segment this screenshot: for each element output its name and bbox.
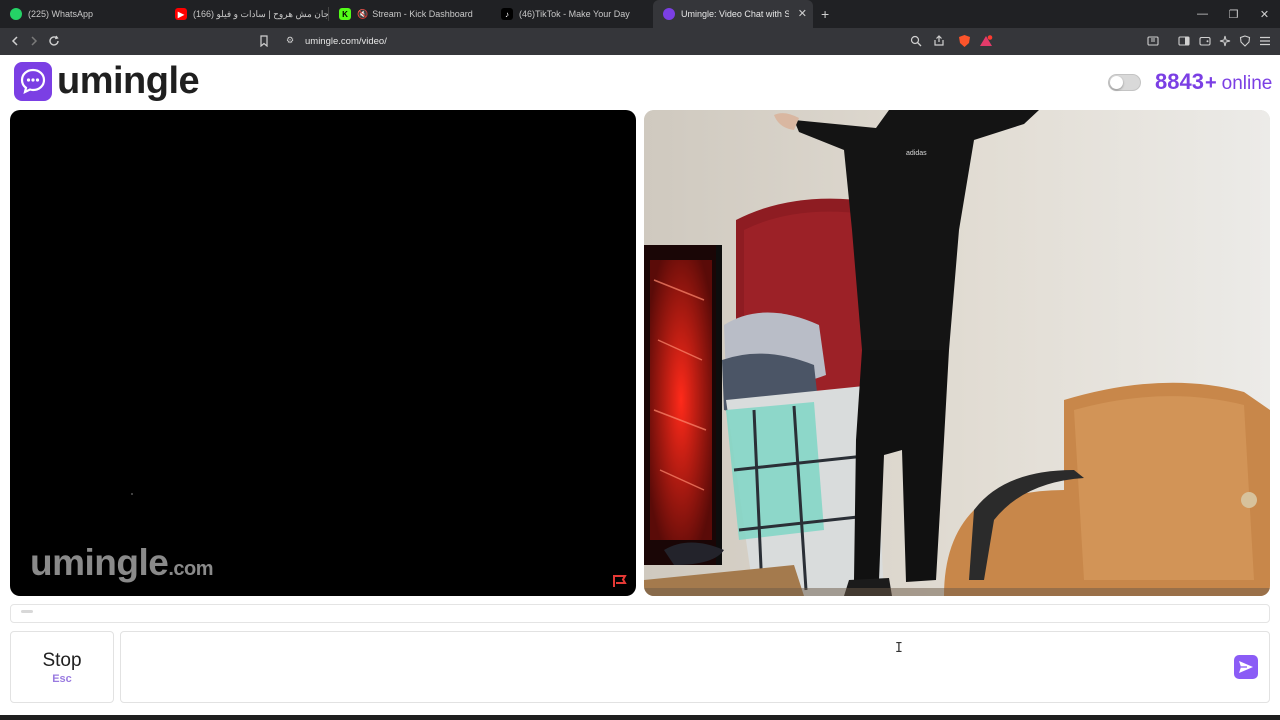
umingle-icon — [663, 8, 675, 20]
back-icon[interactable] — [6, 32, 24, 50]
stop-label: Stop — [42, 649, 82, 671]
sidebar-icon[interactable] — [1175, 32, 1193, 50]
status-indicator-icon — [21, 610, 33, 613]
wallet-icon[interactable] — [1196, 32, 1214, 50]
video-artifact — [131, 493, 133, 495]
minimize-icon[interactable]: — — [1187, 0, 1218, 28]
tab-title: Stream - Kick Dashboard — [372, 9, 473, 19]
close-tab-icon[interactable]: ✕ — [798, 7, 807, 20]
forward-icon[interactable] — [25, 32, 43, 50]
tab-title: (46)TikTok - Make Your Day — [519, 9, 630, 19]
chat-status-bar — [10, 604, 1270, 623]
browser-tab-bar: (225) WhatsApp ▶ مهرجان مش هروح | سادات … — [0, 0, 1280, 28]
online-plus: + — [1204, 72, 1217, 94]
brave-rewards-icon[interactable] — [977, 32, 995, 50]
zoom-icon[interactable] — [907, 32, 925, 50]
stop-button[interactable]: Stop Esc — [10, 631, 114, 703]
tab-title: مهرجان مش هروح | سادات و فيلو (166) — [193, 8, 328, 19]
tab-kick[interactable]: K 🔇 Stream - Kick Dashboard — [329, 0, 491, 28]
url-text: umingle.com/video/ — [305, 36, 387, 47]
close-window-icon[interactable]: ✕ — [1249, 0, 1280, 28]
online-count: 8843 — [1155, 69, 1204, 94]
bookmark-icon[interactable] — [255, 32, 273, 50]
tab-title: Umingle: Video Chat with Str — [681, 9, 789, 19]
text-cursor-icon: I — [895, 641, 903, 656]
watermark-main: umingle — [30, 542, 169, 583]
stop-shortcut: Esc — [52, 672, 72, 685]
video-watermark: umingle.com — [30, 542, 214, 584]
tab-umingle[interactable]: Umingle: Video Chat with Str ✕ — [653, 0, 813, 28]
tiktok-icon: ♪ — [501, 8, 513, 20]
site-logo[interactable]: umingle — [14, 60, 200, 102]
share-icon[interactable] — [930, 32, 948, 50]
online-label: online — [1221, 73, 1273, 94]
remote-video: adidas — [644, 110, 1270, 596]
remote-video-frame: adidas — [644, 110, 1270, 596]
watermark-suffix: .com — [168, 558, 214, 580]
menu-icon[interactable] — [1256, 32, 1274, 50]
tab-youtube[interactable]: ▶ مهرجان مش هروح | سادات و فيلو (166) — [165, 0, 328, 28]
theme-toggle[interactable] — [1108, 74, 1141, 91]
new-tab-button[interactable]: + — [821, 6, 829, 22]
page-content: umingle 8843 + online umingle.com adidas… — [0, 55, 1280, 720]
chat-message-input[interactable] — [120, 631, 1270, 703]
send-button[interactable] — [1234, 655, 1258, 679]
brave-shield-icon[interactable] — [955, 32, 973, 50]
media-icon[interactable] — [1144, 32, 1162, 50]
site-info-icon[interactable]: ⚙ — [286, 35, 294, 46]
leo-ai-icon[interactable] — [1216, 32, 1234, 50]
tab-tiktok[interactable]: ♪ (46)TikTok - Make Your Day — [491, 0, 653, 28]
restore-icon[interactable]: ❐ — [1218, 0, 1249, 28]
vpn-shield-icon[interactable] — [1236, 32, 1254, 50]
kick-icon: K — [339, 8, 351, 20]
reload-icon[interactable] — [45, 32, 63, 50]
youtube-icon: ▶ — [175, 8, 187, 20]
report-flag-icon[interactable] — [612, 574, 628, 588]
send-icon — [1239, 661, 1253, 673]
online-counter: 8843 + online — [1155, 69, 1272, 95]
tab-title: (225) WhatsApp — [28, 9, 94, 19]
chat-bubble-icon — [14, 61, 52, 101]
muted-icon: 🔇 — [357, 8, 369, 19]
whatsapp-icon — [10, 8, 22, 20]
address-bar[interactable]: ⚙ umingle.com/video/ — [280, 31, 1000, 52]
os-taskbar — [0, 715, 1280, 720]
tab-whatsapp[interactable]: (225) WhatsApp — [0, 0, 165, 28]
local-video: umingle.com — [10, 110, 636, 596]
toggle-knob — [1110, 76, 1123, 89]
browser-toolbar: ⚙ umingle.com/video/ — [0, 28, 1280, 55]
shirt-logo: adidas — [906, 150, 927, 157]
logo-text: umingle — [57, 60, 200, 102]
